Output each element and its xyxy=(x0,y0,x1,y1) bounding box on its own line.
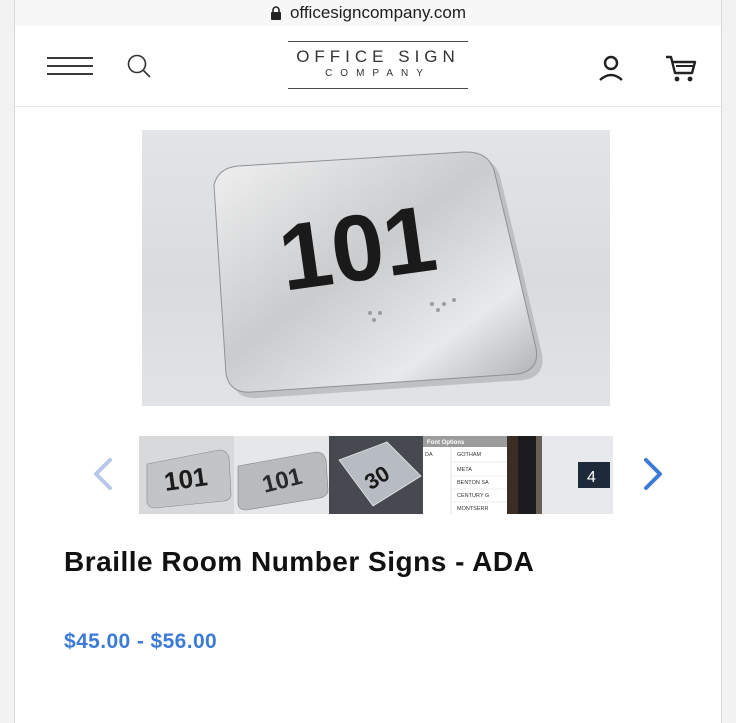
product-price: $45.00 - $56.00 xyxy=(64,630,218,653)
thumbnail-carousel: 101 101 30 Font Options DA GOTHAM META B… xyxy=(88,436,668,514)
thumbnail-2[interactable]: 101 xyxy=(233,436,329,514)
cart-icon[interactable] xyxy=(664,54,698,84)
sign-number-text: 101 xyxy=(273,185,443,311)
lock-icon xyxy=(270,6,282,20)
thumbnail-4-header: Font Options xyxy=(427,440,465,446)
carousel-prev-arrow-icon[interactable] xyxy=(88,454,118,494)
thumbnail-4-font-3: BENTON SA xyxy=(457,480,489,486)
thumbnail-3[interactable]: 30 xyxy=(328,436,424,514)
logo-text-main: OFFICE SIGN xyxy=(296,47,460,66)
product-title: Braille Room Number Signs - ADA xyxy=(64,546,535,577)
search-icon[interactable] xyxy=(125,52,153,80)
thumbnail-5-text: 4 xyxy=(587,469,596,486)
thumbnail-4-font-4: CENTURY G xyxy=(457,493,489,499)
thumbnail-1-text: 101 xyxy=(162,461,209,497)
url-text: officesigncompany.com xyxy=(289,3,467,22)
hamburger-menu-icon[interactable] xyxy=(47,54,93,80)
carousel-next-arrow-icon[interactable] xyxy=(638,454,668,494)
account-icon[interactable] xyxy=(597,54,625,82)
site-logo[interactable]: OFFICE SIGN COMPANY xyxy=(288,41,468,89)
device-frame-right xyxy=(721,0,736,723)
thumbnail-4-font-1: GOTHAM xyxy=(457,452,482,458)
logo-text-sub: COMPANY xyxy=(325,68,431,79)
thumbnail-4-left-text: DA xyxy=(425,452,433,458)
thumbnail-4-font-2: META xyxy=(457,467,472,473)
thumbnail-5[interactable]: 4 xyxy=(518,436,613,514)
thumbnail-4-font-5: MONTSERR xyxy=(457,506,489,512)
device-frame-left xyxy=(0,0,15,723)
site-header: OFFICE SIGN COMPANY xyxy=(15,26,721,107)
phone-screen: officesigncompany.com OFFICE SIGN COMPAN… xyxy=(15,0,721,723)
browser-url-bar[interactable]: officesigncompany.com xyxy=(15,0,721,27)
thumbnail-4[interactable]: Font Options DA GOTHAM META BENTON SA CE… xyxy=(423,436,519,514)
thumbnail-1[interactable]: 101 xyxy=(139,436,234,514)
product-main-image[interactable]: 101 xyxy=(142,130,610,406)
thumbnail-list: 101 101 30 Font Options DA GOTHAM META B… xyxy=(139,436,613,514)
